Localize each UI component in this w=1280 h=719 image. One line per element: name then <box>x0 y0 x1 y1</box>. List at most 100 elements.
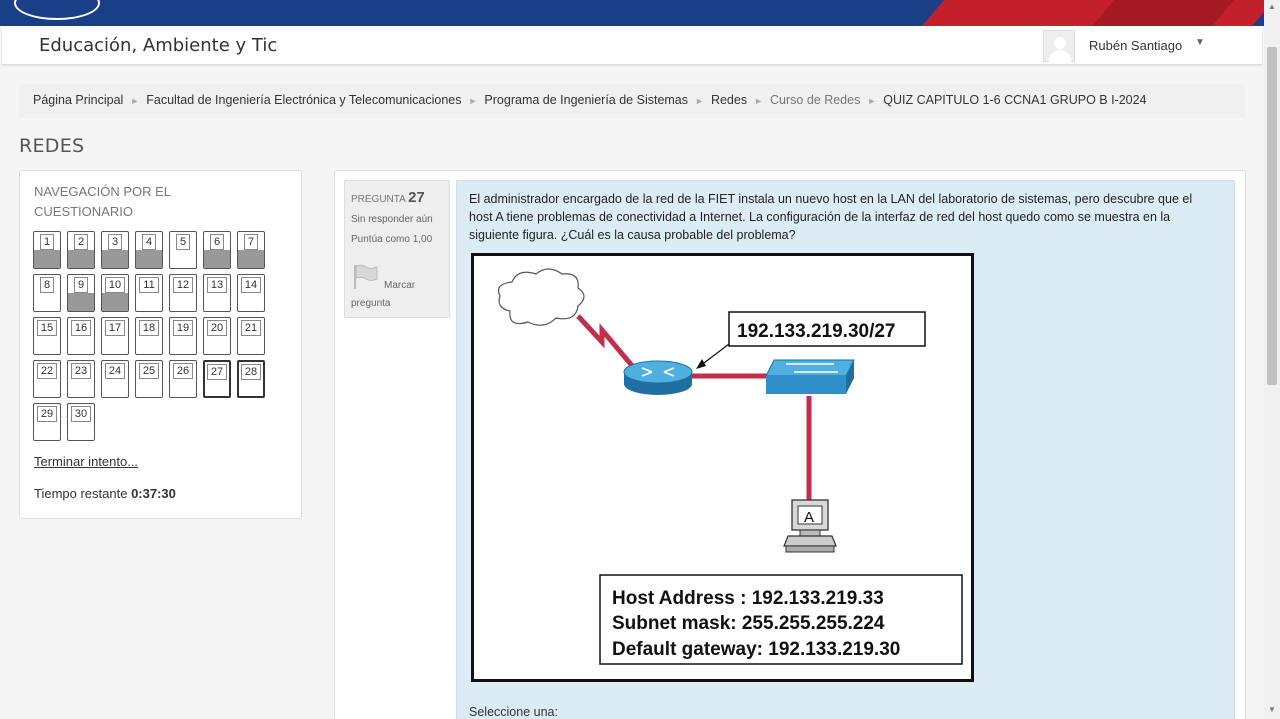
switch-icon <box>765 359 855 394</box>
question-nav-button[interactable]: 25 <box>135 360 163 398</box>
breadcrumb-separator-icon: ► <box>130 96 140 106</box>
university-logo[interactable] <box>14 0 100 20</box>
question-nav-button[interactable]: 4 <box>135 231 163 269</box>
question-nav-button[interactable]: 1 <box>33 231 61 269</box>
question-nav-button[interactable]: 22 <box>33 360 61 398</box>
breadcrumb-item-redes[interactable]: Redes <box>711 93 747 107</box>
breadcrumb-item-course[interactable]: Curso de Redes <box>770 93 860 107</box>
top-banner <box>0 0 1264 26</box>
question-nav-number: 20 <box>206 320 228 336</box>
question-nav-number: 15 <box>36 320 58 336</box>
page-title: REDES <box>19 135 85 157</box>
default-gateway-text: Default gateway: 192.133.219.30 <box>612 639 900 660</box>
question-nav-button[interactable]: 3 <box>101 231 129 269</box>
user-avatar[interactable] <box>1043 30 1075 63</box>
answered-indicator <box>136 250 162 268</box>
question-nav-button[interactable]: 30 <box>67 403 95 441</box>
answered-indicator <box>34 250 60 268</box>
answered-indicator <box>68 293 94 311</box>
question-nav-button[interactable]: 17 <box>101 317 129 355</box>
question-nav-number: 24 <box>104 363 126 379</box>
quiz-navigation-block: NAVEGACIÓN POR EL CUESTIONARIO 123456789… <box>19 170 302 519</box>
question-nav-number: 14 <box>240 277 262 293</box>
internet-cloud-icon <box>497 268 585 326</box>
question-nav-button[interactable]: 19 <box>169 317 197 355</box>
question-nav-button[interactable]: 16 <box>67 317 95 355</box>
host-computer-icon <box>783 499 837 553</box>
avatar-head <box>1054 37 1066 49</box>
avatar-body <box>1049 50 1071 63</box>
question-nav-number: 16 <box>70 320 92 336</box>
question-nav-button[interactable]: 27 <box>203 360 231 398</box>
flag-question-link[interactable]: Marcar pregunta <box>351 277 441 313</box>
answered-indicator <box>102 250 128 268</box>
question-nav-button[interactable]: 7 <box>237 231 265 269</box>
router-ip-label: 192.133.219.30/27 <box>737 321 896 342</box>
question-nav-number: 2 <box>73 234 89 250</box>
question-nav-button[interactable]: 11 <box>135 274 163 312</box>
question-nav-button[interactable]: 20 <box>203 317 231 355</box>
question-nav-number: 22 <box>36 363 58 379</box>
question-nav-button[interactable]: 24 <box>101 360 129 398</box>
time-remaining: Tiempo restante 0:37:30 <box>34 486 176 501</box>
question-nav-button[interactable]: 18 <box>135 317 163 355</box>
question-nav-number: 28 <box>240 364 262 380</box>
question-nav-number: 27 <box>206 364 228 380</box>
quiz-navigation-title: NAVEGACIÓN POR EL CUESTIONARIO <box>34 184 171 219</box>
question-nav-number: 8 <box>39 277 55 293</box>
question-info: PREGUNTA 27 Sin responder aún Puntúa com… <box>344 180 450 318</box>
question-nav-button[interactable]: 26 <box>169 360 197 398</box>
question-nav-button[interactable]: 29 <box>33 403 61 441</box>
time-remaining-value: 0:37:30 <box>131 486 176 501</box>
breadcrumb-separator-icon: ► <box>695 96 704 106</box>
breadcrumb-item-program[interactable]: Programa de Ingeniería de Sistemas <box>484 93 688 107</box>
router-icon <box>623 360 693 395</box>
breadcrumb-item-faculty[interactable]: Facultad de Ingeniería Electrónica y Tel… <box>146 93 461 107</box>
question-number-value: 27 <box>408 189 425 206</box>
chevron-down-icon[interactable]: ▼ <box>1195 37 1205 48</box>
breadcrumb: Página Principal ► Facultad de Ingeniería … <box>19 84 1245 118</box>
page-scrollbar[interactable]: ▲ ▼ <box>1264 0 1280 719</box>
question-nav-button[interactable]: 8 <box>33 274 61 312</box>
breadcrumb-item-quiz[interactable]: QUIZ CAPITULO 1-6 CCNA1 GRUPO B I-2024 <box>883 93 1146 107</box>
question-nav-number: 13 <box>206 277 228 293</box>
question-nav-button[interactable]: 12 <box>169 274 197 312</box>
breadcrumb-item-home[interactable]: Página Principal <box>33 93 123 107</box>
navbar: Educación, Ambiente y Tic Rubén Santiago… <box>2 26 1262 65</box>
finish-attempt-link[interactable]: Terminar intento... <box>34 454 138 469</box>
question-nav-number: 7 <box>243 234 259 250</box>
user-menu-name[interactable]: Rubén Santiago <box>1089 38 1182 53</box>
host-address-text: Host Address : 192.133.219.33 <box>612 588 884 609</box>
question-nav-number: 26 <box>172 363 194 379</box>
question-nav-number: 10 <box>104 277 126 293</box>
question-nav-number: 23 <box>70 363 92 379</box>
scroll-up-icon[interactable]: ▲ <box>1268 2 1276 11</box>
scrollbar-thumb[interactable] <box>1267 47 1277 385</box>
answered-indicator <box>204 250 230 268</box>
question-nav-button[interactable]: 14 <box>237 274 265 312</box>
question-nav-button[interactable]: 23 <box>67 360 95 398</box>
question-nav-button[interactable]: 21 <box>237 317 265 355</box>
question-nav-button[interactable]: 10 <box>101 274 129 312</box>
question-nav-button[interactable]: 9 <box>67 274 95 312</box>
time-remaining-label: Tiempo restante <box>34 486 128 501</box>
callout-arrow <box>699 343 730 367</box>
site-title[interactable]: Educación, Ambiente y Tic <box>39 35 277 56</box>
question-nav-button[interactable]: 13 <box>203 274 231 312</box>
question-nav-button[interactable]: 2 <box>67 231 95 269</box>
question-nav-button[interactable]: 28 <box>237 360 265 398</box>
question-grade: Puntúa como 1,00 <box>351 234 433 245</box>
question-nav-number: 12 <box>172 277 194 293</box>
scroll-down-icon[interactable]: ▼ <box>1268 705 1276 714</box>
question-nav-button[interactable]: 15 <box>33 317 61 355</box>
question-nav-button[interactable]: 6 <box>203 231 231 269</box>
wan-link <box>576 314 636 370</box>
question-nav-number: 25 <box>138 363 160 379</box>
network-diagram-svg: 192.133.219.30/27 A Host Address : 192.1… <box>497 268 963 665</box>
question-nav-button[interactable]: 5 <box>169 231 197 269</box>
question-nav-number: 9 <box>73 277 89 293</box>
network-diagram: 192.133.219.30/27 A Host Address : 192.1… <box>471 253 974 682</box>
question-nav-number: 19 <box>172 320 194 336</box>
answered-indicator <box>238 250 264 268</box>
question-nav-number: 29 <box>36 406 58 422</box>
